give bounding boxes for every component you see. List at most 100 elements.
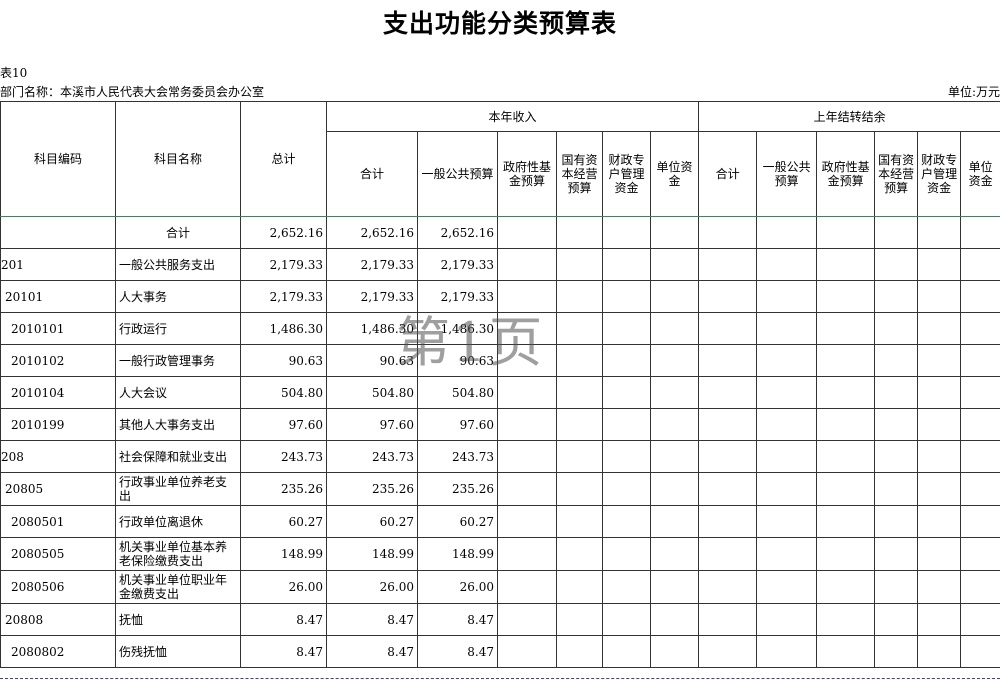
cell-empty (497, 376, 557, 409)
cell-empty (497, 408, 557, 441)
cell-current-sum: 2,179.33 (326, 280, 418, 313)
cell-empty (816, 440, 876, 473)
cell-empty (917, 216, 962, 249)
cell-empty (602, 440, 651, 473)
cell-current-sum: 8.47 (326, 603, 418, 636)
cell-empty (960, 312, 1000, 345)
table-row: 2010101 行政运行 1,486.30 1,486.30 1,486.30 (0, 312, 1000, 345)
cell-current-sum: 97.60 (326, 408, 418, 441)
cell-empty (497, 635, 557, 668)
cell-empty (556, 537, 603, 571)
cell-empty (874, 216, 919, 249)
table-row: 20808 抚恤 8.47 8.47 8.47 (0, 603, 1000, 636)
cell-empty (960, 440, 1000, 473)
cell-empty (816, 376, 876, 409)
table-row: 20101 人大事务 2,179.33 2,179.33 2,179.33 (0, 280, 1000, 313)
cell-current-general: 2,652.16 (417, 216, 498, 249)
cell-code: 208 (0, 440, 116, 473)
cell-empty (698, 505, 758, 538)
cell-empty (602, 280, 651, 313)
cell-empty (917, 537, 962, 571)
cell-empty (874, 408, 919, 441)
cell-empty (649, 440, 700, 473)
table-row: 合计 2,652.16 2,652.16 2,652.16 (0, 216, 1000, 249)
cell-name: 伤残抚恤 (115, 635, 241, 668)
cell-empty (602, 472, 651, 506)
cell-empty (556, 472, 603, 506)
cell-current-general: 60.27 (417, 505, 498, 538)
cell-empty (649, 472, 700, 506)
table-row: 2080802 伤残抚恤 8.47 8.47 8.47 (0, 635, 1000, 668)
cell-empty (960, 280, 1000, 313)
cell-empty (874, 312, 919, 345)
cell-total: 97.60 (240, 408, 327, 441)
cell-empty (556, 216, 603, 249)
budget-table: 科目编码 科目名称 总计 本年收入 上年结转结余 合计 一般公共预算 政府性基金… (0, 101, 1000, 668)
cell-empty (497, 570, 557, 604)
cell-empty (556, 376, 603, 409)
cell-empty (960, 344, 1000, 377)
cell-empty (917, 344, 962, 377)
header-code: 科目编码 (0, 101, 116, 217)
cell-total: 60.27 (240, 505, 327, 538)
cell-empty (698, 603, 758, 636)
cell-code: 2010199 (0, 408, 116, 441)
cell-empty (698, 408, 758, 441)
cell-empty (917, 603, 962, 636)
cell-code: 2080802 (0, 635, 116, 668)
cell-name: 人大会议 (115, 376, 241, 409)
cell-empty (917, 408, 962, 441)
header-prior-state-capital: 国有资本经营预算 (874, 131, 919, 217)
cell-name: 人大事务 (115, 280, 241, 313)
cell-empty (960, 472, 1000, 506)
page-break-line (0, 678, 1000, 679)
cell-empty (756, 248, 818, 281)
header-prior-unit: 单位资金 (960, 131, 1000, 217)
cell-current-general: 504.80 (417, 376, 498, 409)
cell-empty (497, 280, 557, 313)
table-row: 201 一般公共服务支出 2,179.33 2,179.33 2,179.33 (0, 248, 1000, 281)
cell-empty (874, 635, 919, 668)
cell-empty (816, 248, 876, 281)
table-row: 20805 行政事业单位养老支出 235.26 235.26 235.26 (0, 472, 1000, 506)
cell-name: 其他人大事务支出 (115, 408, 241, 441)
cell-empty (602, 603, 651, 636)
cell-empty (602, 376, 651, 409)
cell-empty (698, 570, 758, 604)
cell-code: 20101 (0, 280, 116, 313)
cell-empty (874, 570, 919, 604)
cell-current-general: 243.73 (417, 440, 498, 473)
cell-empty (602, 505, 651, 538)
cell-current-general: 97.60 (417, 408, 498, 441)
cell-code: 2010102 (0, 344, 116, 377)
cell-empty (960, 635, 1000, 668)
cell-empty (556, 344, 603, 377)
cell-empty (698, 216, 758, 249)
cell-code: 2010104 (0, 376, 116, 409)
cell-total: 2,652.16 (240, 216, 327, 249)
cell-current-sum: 148.99 (326, 537, 418, 571)
cell-empty (556, 312, 603, 345)
cell-name: 机关事业单位基本养老保险缴费支出 (115, 537, 241, 571)
cell-total: 90.63 (240, 344, 327, 377)
cell-empty (917, 248, 962, 281)
cell-empty (756, 505, 818, 538)
cell-empty (497, 505, 557, 538)
cell-empty (602, 570, 651, 604)
cell-empty (816, 472, 876, 506)
cell-empty (497, 248, 557, 281)
cell-total: 2,179.33 (240, 248, 327, 281)
cell-code: 2080506 (0, 570, 116, 604)
cell-current-sum: 2,179.33 (326, 248, 418, 281)
cell-empty (649, 635, 700, 668)
cell-current-general: 2,179.33 (417, 248, 498, 281)
cell-empty (756, 472, 818, 506)
cell-total: 148.99 (240, 537, 327, 571)
cell-total: 26.00 (240, 570, 327, 604)
cell-current-general: 90.63 (417, 344, 498, 377)
cell-empty (756, 440, 818, 473)
cell-current-general: 2,179.33 (417, 280, 498, 313)
cell-empty (756, 635, 818, 668)
cell-current-sum: 2,652.16 (326, 216, 418, 249)
header-current-income: 本年收入 (325, 101, 700, 132)
